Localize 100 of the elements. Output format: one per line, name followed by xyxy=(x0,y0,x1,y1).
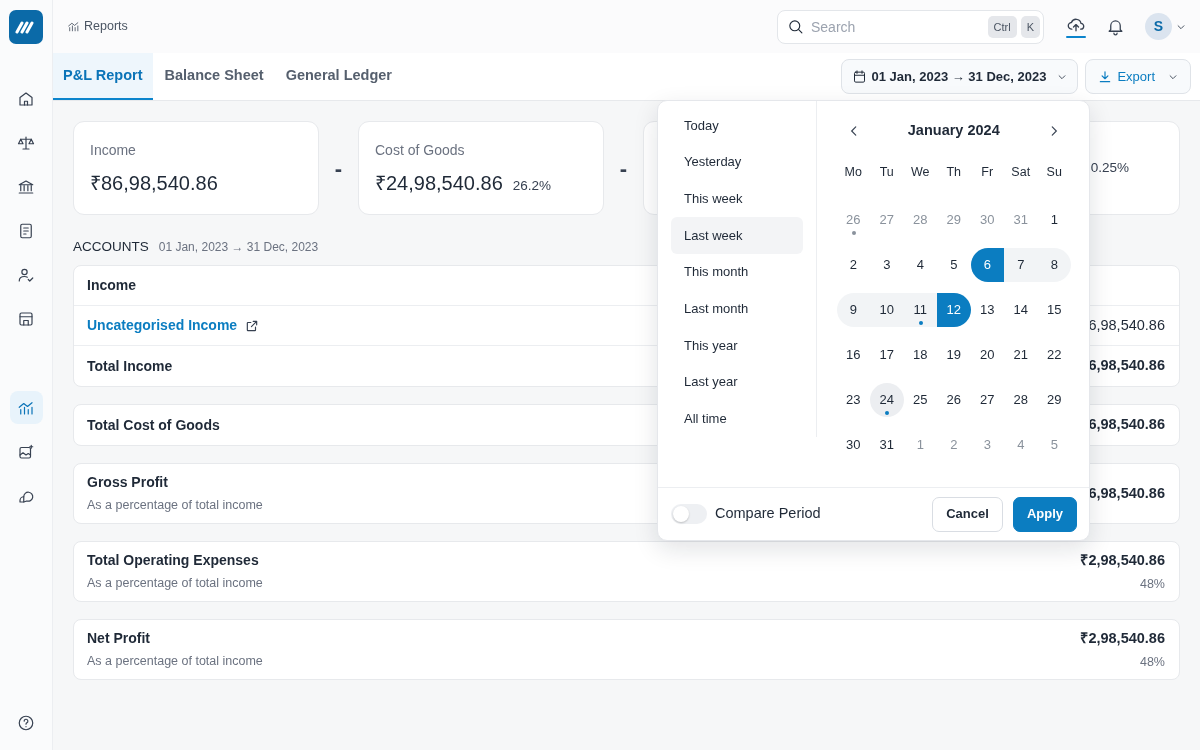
preset-option[interactable]: Last week xyxy=(671,217,803,254)
calendar-day[interactable]: 12 xyxy=(937,292,971,327)
preset-option[interactable]: This year xyxy=(671,327,803,364)
calendar-day[interactable]: 25 xyxy=(903,382,937,417)
total-label: Net Profit xyxy=(87,629,151,649)
row-note: As a percentage of total income xyxy=(87,653,263,671)
calendar-day[interactable]: 2 xyxy=(836,247,870,282)
apply-button[interactable]: Apply xyxy=(1012,496,1077,532)
weekday-label: We xyxy=(911,163,930,181)
section-title: ACCOUNTS xyxy=(73,238,149,256)
download-icon xyxy=(1098,69,1113,84)
summary-value: ₹86,98,540.86 xyxy=(90,171,218,196)
calendar-day[interactable]: 19 xyxy=(937,337,971,372)
calendar-day[interactable]: 22 xyxy=(1037,337,1071,372)
row-note: As a percentage of total income xyxy=(87,497,263,515)
breadcrumb-text: Reports xyxy=(84,18,128,36)
calendar-day[interactable]: 17 xyxy=(870,337,904,372)
cancel-button[interactable]: Cancel xyxy=(932,496,1003,532)
minus-sign: - xyxy=(618,154,629,183)
total-label: Total Operating Expenses xyxy=(87,551,260,571)
bell-icon xyxy=(1106,17,1125,36)
amount: ₹2,98,540.86 xyxy=(1080,629,1165,648)
summary-label: Income xyxy=(90,141,137,160)
report-tab[interactable]: General Ledger xyxy=(275,53,402,100)
weekday-label: Mo xyxy=(844,163,862,181)
amount: 6,98,540.86 xyxy=(1088,415,1165,435)
chart-icon xyxy=(67,20,80,33)
report-tab[interactable]: Balance Sheet xyxy=(154,53,274,100)
calendar-day[interactable]: 15 xyxy=(1037,292,1071,327)
preset-option[interactable]: All time xyxy=(671,400,803,438)
preset-option[interactable]: Last year xyxy=(671,363,803,401)
percent-text: 48% xyxy=(1138,575,1165,593)
calendar-day[interactable]: 30 xyxy=(836,427,870,462)
summary-percent: 26.2% xyxy=(512,177,552,195)
external-link-icon xyxy=(245,318,260,333)
weekday-label: Fr xyxy=(981,163,994,181)
calendar-day[interactable]: 8 xyxy=(1037,247,1071,282)
search-icon xyxy=(787,17,804,35)
calendar-day[interactable]: 18 xyxy=(903,337,937,372)
calendar-day[interactable]: 1 xyxy=(1037,202,1071,237)
sidebar-nav-button[interactable] xyxy=(9,391,43,424)
export-button[interactable]: Export xyxy=(1085,59,1191,94)
amount: 6,98,540.86 xyxy=(1088,483,1165,503)
month-title: January 2024 xyxy=(907,121,1000,141)
calendar-day[interactable]: 4 xyxy=(903,247,937,282)
calendar-day[interactable]: 3 xyxy=(870,247,904,282)
preset-option[interactable]: Today xyxy=(671,107,803,144)
document-icon xyxy=(17,221,35,240)
amount: 6,98,540.86 xyxy=(1088,356,1165,376)
report-tab[interactable]: P&L Report xyxy=(53,53,153,100)
total-label: Total Cost of Goods xyxy=(87,415,220,435)
amount: 6,98,540.86 xyxy=(1088,315,1165,335)
date-range-text: 01 Jan, 2023 → 31 Dec, 2023 xyxy=(158,239,319,256)
calendar-day[interactable]: 9 xyxy=(836,292,870,327)
calendar-day[interactable]: 5 xyxy=(937,247,971,282)
toggle-label: Compare Period xyxy=(715,504,821,524)
avatar: S xyxy=(1145,13,1172,40)
preset-option[interactable]: This month xyxy=(671,253,803,291)
calendar-day[interactable]: 13 xyxy=(970,292,1004,327)
total-label: Gross Profit xyxy=(87,473,169,493)
preset-option[interactable]: This week xyxy=(671,180,803,218)
compare-toggle[interactable] xyxy=(671,504,707,525)
weekday-label: Su xyxy=(1046,163,1062,181)
image-icon xyxy=(17,442,35,461)
calendar-day[interactable]: 26 xyxy=(937,382,971,417)
calendar-icon xyxy=(851,69,867,84)
calendar-day[interactable]: 7 xyxy=(1004,247,1038,282)
amount: ₹2,98,540.86 xyxy=(1080,551,1165,570)
calendar-day[interactable]: 20 xyxy=(970,337,1004,372)
preset-option[interactable]: Last month xyxy=(671,290,803,328)
calendar-day[interactable]: 10 xyxy=(870,292,904,327)
row-note: As a percentage of total income xyxy=(87,575,263,593)
calendar-day[interactable]: 14 xyxy=(1004,292,1038,327)
calendar-day[interactable]: 11 xyxy=(903,292,937,327)
group-heading: Income xyxy=(87,276,136,296)
store-icon xyxy=(17,309,35,328)
account-menu[interactable]: S xyxy=(1143,11,1188,42)
total-label: Total Income xyxy=(87,356,173,376)
calendar-day[interactable]: 23 xyxy=(836,382,870,417)
calendar-day[interactable]: 31 xyxy=(870,427,904,462)
preset-option[interactable]: Yesterday xyxy=(671,143,803,181)
percent-text: 48% xyxy=(1138,653,1165,671)
weekday-label: Sat xyxy=(1011,163,1031,181)
summary-percent: 0.25% xyxy=(1090,158,1129,177)
calendar-day[interactable]: 24 xyxy=(870,382,904,417)
calendar-day[interactable]: 27 xyxy=(970,382,1004,417)
weekday-label: Th xyxy=(946,163,962,181)
account-link[interactable]: Uncategorised Income xyxy=(87,315,238,337)
calendar-day[interactable]: 29 xyxy=(1037,382,1071,417)
weekday-label: Tu xyxy=(879,163,894,181)
calendar-day[interactable]: 28 xyxy=(1004,382,1038,417)
app-logo[interactable] xyxy=(9,10,43,44)
summary-value: ₹24,98,540.86 xyxy=(375,171,503,196)
calendar-day[interactable]: 16 xyxy=(836,337,870,372)
calendar-day[interactable]: 21 xyxy=(1004,337,1038,372)
help-icon xyxy=(17,713,35,732)
calendar-day[interactable]: 6 xyxy=(970,247,1004,282)
summary-label: Cost of Goods xyxy=(375,141,466,160)
date-range-button[interactable]: 01 Jan, 2023 → 31 Dec, 2023 xyxy=(840,59,1079,94)
minus-sign: - xyxy=(333,154,344,183)
